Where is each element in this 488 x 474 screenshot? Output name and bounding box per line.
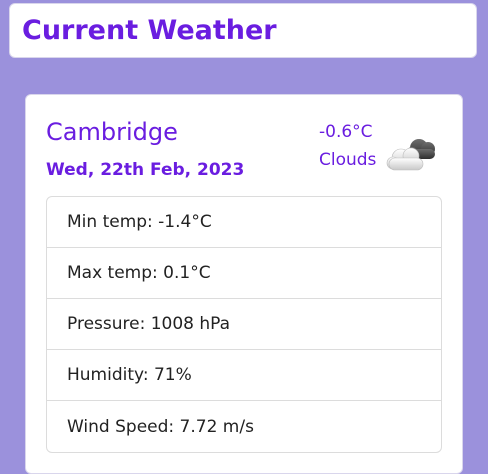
wind-speed-row: Wind Speed: 7.72 m/s: [67, 416, 254, 437]
pressure-row: Pressure: 1008 hPa: [47, 299, 441, 350]
weather-condition: Clouds: [319, 150, 377, 170]
page-title: Current Weather: [22, 15, 277, 46]
city-name: Cambridge: [46, 118, 178, 146]
header-card: Current Weather: [9, 3, 477, 58]
min-temp-row: Min temp: -1.4°C: [47, 197, 441, 248]
current-temperature: -0.6°C: [319, 122, 373, 142]
max-temp-row: Max temp: 0.1°C: [47, 248, 441, 299]
cloud-icon: [386, 139, 435, 171]
humidity-row: Humidity: 71%: [47, 350, 441, 401]
weather-date: Wed, 22th Feb, 2023: [46, 160, 245, 180]
weather-details-list: Min temp: -1.4°C Max temp: 0.1°C Pressur…: [46, 196, 442, 453]
weather-card: Cambridge Wed, 22th Feb, 2023 -0.6°C Clo…: [25, 94, 463, 474]
